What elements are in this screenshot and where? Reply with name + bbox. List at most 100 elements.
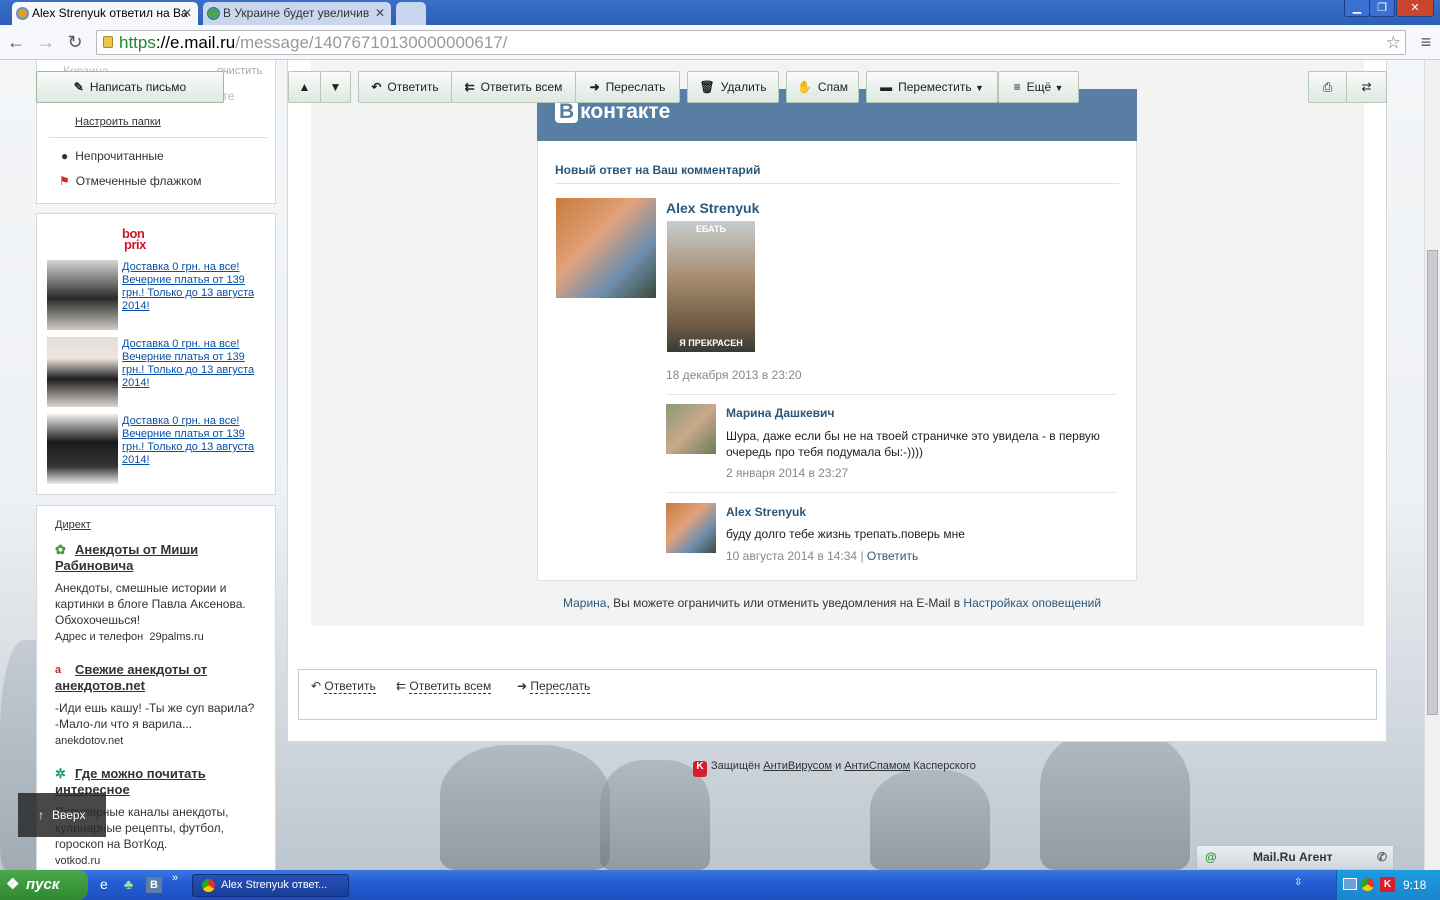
move-dropdown[interactable]: ▬ Переместить ▼ [866, 71, 998, 103]
bonprix-logo[interactable]: bon prix [122, 227, 146, 251]
direct-item[interactable]: a Свежие анекдоты от анекдотов.net -Иди е… [55, 662, 255, 747]
author-avatar[interactable] [556, 198, 656, 298]
minimize-icon[interactable]: ▁ [1344, 0, 1370, 17]
restore-icon[interactable]: ❐ [1369, 0, 1395, 17]
chrome-tray-icon[interactable] [1361, 878, 1374, 891]
mail-agent-widget[interactable]: @ Mail.Ru Агент ✆ [1196, 845, 1394, 870]
kaspersky-note: K Защищён АнтиВирусом и АнтиСпамом Каспер… [693, 760, 976, 777]
dot-icon: ● [61, 149, 69, 163]
reply-button[interactable]: ↶ Ответить [358, 71, 452, 103]
url-path: /message/14076710130000000617/ [235, 33, 508, 52]
address-bar[interactable]: https://e.mail.ru/message/14076710130000… [96, 30, 1406, 55]
compose-button[interactable]: ✎ Написать письмо [36, 71, 224, 103]
flag-icon: ⚑ [59, 174, 70, 188]
meme-image[interactable]: ЕБАТЬ Я ПРЕКРАСЕН [667, 221, 755, 352]
menu-icon[interactable]: ≡ [1415, 31, 1437, 53]
direct-header[interactable]: Директ [55, 519, 91, 531]
bookmark-star-icon[interactable]: ☆ [1386, 31, 1401, 54]
taskbar-window-button[interactable]: Alex Strenyuk ответ... [192, 874, 349, 897]
notification-footer: Марина, Вы можете ограничить или отменит… [563, 596, 1102, 610]
vk-card: Новый ответ на Ваш комментарий Alex Stre… [537, 141, 1137, 581]
filter-flagged[interactable]: ⚑ Отмеченные флажком [59, 174, 202, 188]
tab-title: В Украине будет увеличив [223, 6, 370, 20]
at-icon: @ [1205, 850, 1217, 864]
divider [666, 394, 1116, 395]
clover-icon: ✿ [55, 542, 66, 557]
keyboard-icon[interactable]: ⇳ [1294, 877, 1302, 888]
close-window-icon[interactable]: ✕ [1396, 0, 1434, 17]
list-icon: ≡ [1013, 80, 1021, 94]
reply-all-button[interactable]: ⇇ Ответить всем [451, 71, 576, 103]
phone-icon[interactable]: ✆ [1377, 846, 1387, 869]
forward-button[interactable]: ➜ Переслать [575, 71, 680, 103]
reply-all-icon: ⇇ [396, 679, 407, 693]
ad-link[interactable]: Доставка 0 грн. на все! Вечерние платья … [122, 415, 267, 467]
more-quicklaunch-icon[interactable]: » [172, 872, 178, 884]
comment-author-link[interactable]: Марина Дашкевич [726, 406, 834, 420]
browser-toolbar: ← → ↻ https://e.mail.ru/message/14076710… [0, 25, 1440, 60]
spam-button[interactable]: ✋ Спам [786, 71, 859, 103]
kaspersky-tray-icon[interactable]: K [1380, 877, 1395, 892]
translate-button[interactable]: ⇄ [1346, 71, 1387, 103]
vpn-icon[interactable]: ♣ [124, 876, 133, 892]
close-tab-icon[interactable]: ✕ [375, 2, 385, 24]
more-dropdown[interactable]: ≡ Ещё ▼ [998, 71, 1079, 103]
reply-all-icon: ⇇ [464, 80, 475, 94]
commenter-avatar[interactable] [666, 503, 716, 553]
direct-item[interactable]: ✿ Анекдоты от Миши Рабиновича Анекдоты, с… [55, 542, 255, 643]
background-rock [440, 745, 610, 870]
ad-image[interactable] [47, 414, 118, 484]
ad-link[interactable]: Доставка 0 грн. на все! Вечерние платья … [122, 338, 267, 390]
mail-favicon-icon [16, 7, 29, 20]
scrollbar-thumb[interactable] [1427, 250, 1438, 715]
divider [49, 137, 267, 138]
commenter-avatar[interactable] [666, 404, 716, 454]
quick-reply-link[interactable]: ↶ Ответить [311, 679, 376, 694]
filter-unread[interactable]: ● Непрочитанные [61, 149, 164, 163]
reload-icon[interactable]: ↻ [64, 31, 86, 53]
next-message-button[interactable]: ▼ [320, 71, 351, 103]
comment-date: 2 января 2014 в 23:27 [726, 466, 849, 480]
antispam-link[interactable]: АнтиСпамом [844, 760, 910, 772]
prev-message-button[interactable]: ▲ [288, 71, 321, 103]
quick-reply-all-link[interactable]: ⇇ Ответить всем [396, 679, 492, 694]
network-icon[interactable] [1343, 878, 1357, 890]
scroll-up-button[interactable]: ↑ Вверх [18, 793, 106, 837]
start-button[interactable]: ❖ пуск [0, 870, 88, 900]
antivirus-link[interactable]: АнтиВирусом [763, 760, 832, 772]
close-tab-icon[interactable]: ✕ [182, 2, 192, 24]
caret-down-icon: ▼ [974, 83, 984, 93]
windows-taskbar: ❖ пуск e ♣ B » Alex Strenyuk ответ... ⇳ K… [0, 870, 1440, 900]
user-name-link[interactable]: Марина [563, 596, 606, 610]
comment-author-link[interactable]: Alex Strenyuk [726, 505, 806, 519]
ie-icon[interactable]: e [100, 876, 108, 892]
reply-comment-link[interactable]: Ответить [867, 549, 918, 563]
reply-icon: ↶ [311, 679, 322, 693]
browser-tab-active[interactable]: Alex Strenyuk ответил на Ва ✕ [12, 2, 198, 25]
back-arrow-icon[interactable]: ← [5, 31, 27, 53]
scrollbar[interactable] [1424, 60, 1440, 870]
comment-text: Шура, даже если бы не на твоей страничке… [726, 429, 1100, 459]
vk-logo[interactable]: Вконтакте [555, 100, 670, 123]
new-tab-button[interactable] [396, 2, 426, 25]
background-rock [870, 770, 990, 870]
arrow-up-icon: ▲ [298, 80, 311, 94]
post-author-link[interactable]: Alex Strenyuk [666, 200, 759, 216]
forward-arrow-icon[interactable]: → [35, 31, 57, 53]
notification-settings-link[interactable]: Настройках оповещений [963, 596, 1101, 610]
print-button[interactable]: ⎙ [1308, 71, 1347, 103]
compose-icon: ✎ [73, 80, 84, 94]
ad-link[interactable]: Доставка 0 грн. на все! Вечерние платья … [122, 261, 267, 313]
forward-icon: ➜ [517, 679, 528, 693]
vk-app-icon[interactable]: B [146, 877, 162, 893]
configure-folders-link[interactable]: Настроить папки [75, 116, 161, 128]
background-rock [1040, 730, 1190, 870]
ad-image[interactable] [47, 337, 118, 407]
windows-logo-icon: ❖ [6, 876, 20, 893]
quick-reply-box[interactable]: ↶ Ответить ⇇ Ответить всем ➜ Переслать [298, 669, 1377, 720]
delete-button[interactable]: 🗑 Удалить [687, 71, 779, 103]
quick-forward-link[interactable]: ➜ Переслать [517, 679, 591, 694]
browser-tab[interactable]: В Украине будет увеличив ✕ [203, 2, 391, 25]
ad-image[interactable] [47, 260, 118, 330]
forward-icon: ➜ [589, 80, 600, 94]
